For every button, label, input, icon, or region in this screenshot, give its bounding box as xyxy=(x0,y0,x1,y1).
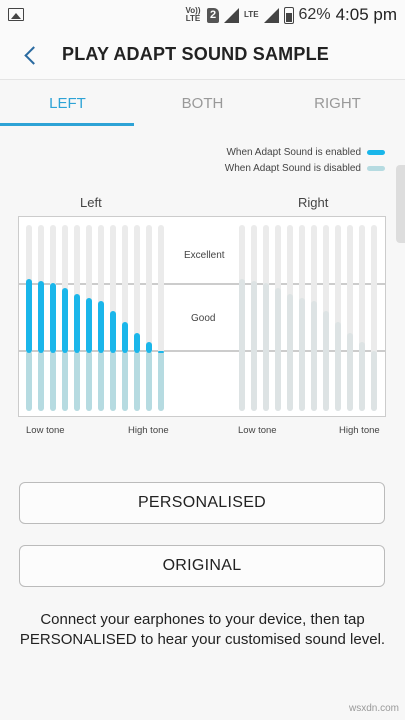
bar-level xyxy=(371,351,377,411)
legend-enabled: When Adapt Sound is enabled xyxy=(225,144,385,160)
left-low-tone-label: Low tone xyxy=(26,425,65,436)
bar-enabled xyxy=(134,332,140,353)
status-icons: Vo)) LTE 2 LTE 62% 4:05 pm xyxy=(184,4,397,26)
bar-disabled xyxy=(74,351,80,411)
bar-disabled xyxy=(146,351,152,411)
legend-disabled: When Adapt Sound is disabled xyxy=(225,160,385,176)
bar-level xyxy=(287,293,293,411)
legend-enabled-label: When Adapt Sound is enabled xyxy=(226,146,361,158)
instruction-text: Connect your earphones to your device, t… xyxy=(19,611,386,648)
legend-disabled-swatch xyxy=(367,165,385,171)
tab-both[interactable]: BOTH xyxy=(135,81,270,126)
active-tab-indicator xyxy=(0,123,134,126)
bar-disabled xyxy=(62,351,68,411)
bar-disabled xyxy=(122,351,128,411)
channel-tabs: LEFT BOTH RIGHT xyxy=(0,81,405,126)
signal-icon xyxy=(263,7,279,23)
bar-level xyxy=(239,278,245,411)
bar-enabled xyxy=(110,310,116,353)
bar-enabled xyxy=(86,297,92,353)
bar-level xyxy=(323,310,329,411)
page-title: PLAY ADAPT SOUND SAMPLE xyxy=(62,44,329,64)
right-chart-title: Right xyxy=(298,195,329,210)
legend-enabled-swatch xyxy=(367,149,385,155)
lte-indicator: LTE xyxy=(244,10,259,19)
right-high-tone-label: High tone xyxy=(339,425,380,436)
excellent-label: Excellent xyxy=(184,250,225,261)
sound-level-chart: Excellent Good xyxy=(18,216,386,417)
bar-enabled xyxy=(146,342,152,353)
bar-level xyxy=(251,280,257,411)
left-chart-title: Left xyxy=(80,195,102,210)
bar-disabled xyxy=(86,351,92,411)
bar-enabled xyxy=(62,288,68,353)
bar-enabled xyxy=(26,278,32,353)
app-bar: PLAY ADAPT SOUND SAMPLE xyxy=(0,30,405,80)
bar-level xyxy=(275,288,281,411)
tab-left[interactable]: LEFT xyxy=(0,81,135,126)
tab-right[interactable]: RIGHT xyxy=(270,81,405,126)
status-bar: Vo)) LTE 2 LTE 62% 4:05 pm xyxy=(0,0,405,30)
bar-enabled xyxy=(98,301,104,353)
bar-disabled xyxy=(158,351,164,411)
bar-level xyxy=(311,301,317,411)
personalised-button[interactable]: PERSONALISED xyxy=(19,482,385,524)
battery-percentage: 62% xyxy=(298,6,331,23)
bar-enabled xyxy=(50,282,56,353)
bar-level xyxy=(263,282,269,411)
chart-legend: When Adapt Sound is enabled When Adapt S… xyxy=(225,144,385,176)
bar-disabled xyxy=(38,351,44,411)
bar-enabled xyxy=(74,293,80,353)
bar-disabled xyxy=(50,351,56,411)
bar-disabled xyxy=(134,351,140,411)
bar-enabled xyxy=(158,351,164,353)
right-low-tone-label: Low tone xyxy=(238,425,277,436)
legend-disabled-label: When Adapt Sound is disabled xyxy=(224,162,361,174)
original-button[interactable]: ORIGINAL xyxy=(19,545,385,587)
signal-icon xyxy=(224,7,240,23)
bar-level xyxy=(335,321,341,411)
bar-disabled xyxy=(26,351,32,411)
battery-icon xyxy=(283,6,294,24)
bar-level xyxy=(299,297,305,411)
bar-level xyxy=(347,332,353,411)
bar-disabled xyxy=(98,351,104,411)
clock: 4:05 pm xyxy=(335,5,397,24)
bar-level xyxy=(359,342,365,411)
bar-enabled xyxy=(38,280,44,353)
bar-disabled xyxy=(110,351,116,411)
good-label: Good xyxy=(191,313,216,324)
scroll-handle[interactable] xyxy=(396,165,405,243)
bar-enabled xyxy=(122,321,128,353)
back-arrow-icon[interactable] xyxy=(16,41,46,69)
watermark: wsxdn.com xyxy=(348,703,399,714)
gallery-notification-icon xyxy=(8,8,24,21)
left-high-tone-label: High tone xyxy=(128,425,169,436)
volte-indicator: Vo)) LTE xyxy=(185,6,201,23)
sim-icon: 2 xyxy=(207,7,220,23)
